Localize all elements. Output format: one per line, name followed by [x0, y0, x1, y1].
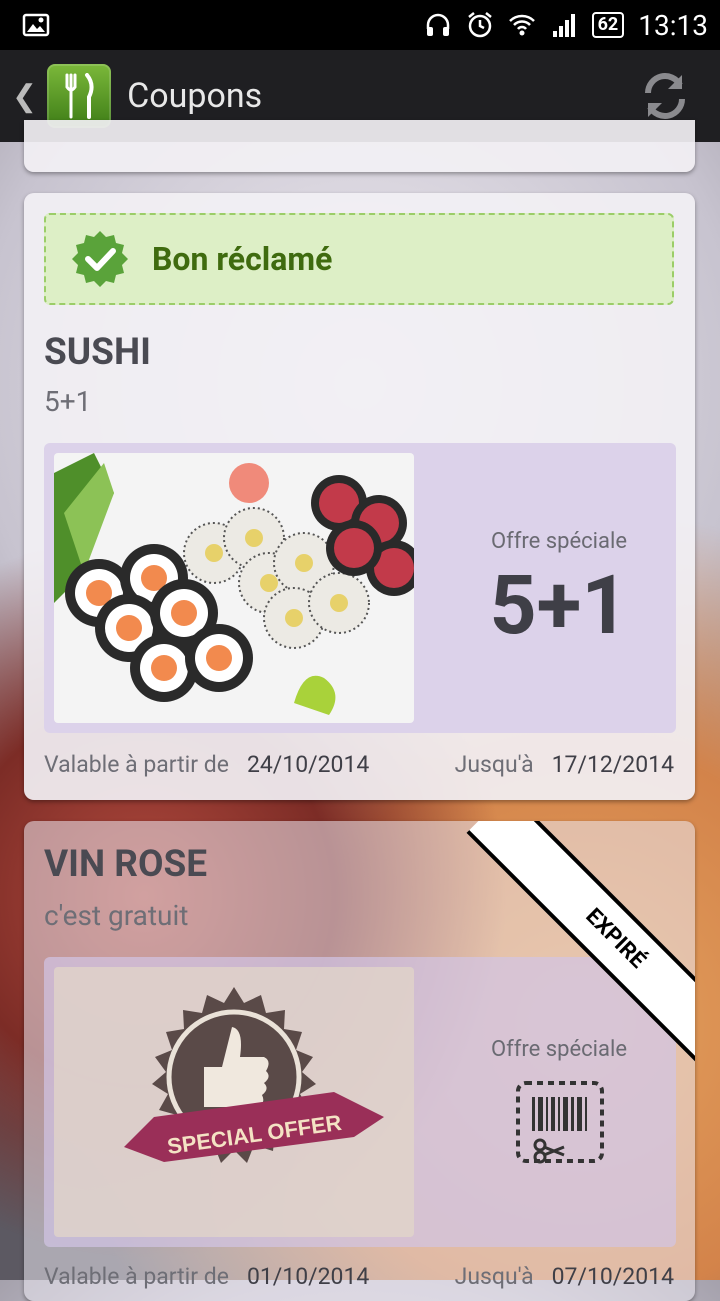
coupon-subtitle: 5+1	[44, 385, 92, 418]
status-icons: 62 13:13	[424, 9, 708, 42]
page-title: Coupons	[127, 76, 263, 116]
coupon-scissors-barcode-icon	[516, 1081, 604, 1164]
valid-until-date: 07/10/2014	[551, 1263, 674, 1290]
clock: 13:13	[638, 8, 708, 42]
offer-value: 5+1	[489, 558, 629, 654]
fork-knife-icon	[65, 73, 94, 119]
sushi-image	[54, 453, 414, 723]
coupon-card-vin-rose[interactable]: VIN ROSE c'est gratuit SPECIAL OFFER Off…	[24, 821, 695, 1301]
refresh-icon[interactable]	[638, 69, 692, 123]
validity-row: Valable à partir de 01/10/2014 Jusqu'à 0…	[44, 1263, 674, 1290]
valid-until-label: Jusqu'à	[454, 1263, 534, 1290]
offer-label: Offre spéciale	[490, 529, 628, 554]
battery-level: 62	[591, 12, 625, 38]
claimed-label: Bon réclamé	[152, 240, 333, 278]
status-bar: 62 13:13	[0, 0, 720, 50]
signal-icon	[552, 14, 575, 37]
back-chevron-icon[interactable]: ❮	[12, 79, 37, 114]
valid-from-date: 01/10/2014	[246, 1263, 370, 1290]
wifi-icon	[508, 14, 535, 36]
app-logo-icon[interactable]	[47, 64, 112, 128]
coupon-title: VIN ROSE	[44, 843, 208, 886]
valid-from-label: Valable à partir de	[44, 751, 229, 778]
claimed-banner: Bon réclamé	[44, 213, 674, 305]
valid-from-label: Valable à partir de	[44, 1263, 229, 1290]
expired-label: EXPIRÉ	[466, 821, 695, 1071]
alarm-icon	[467, 12, 492, 38]
expired-ribbon: EXPIRÉ	[445, 821, 695, 1071]
headphones-icon	[426, 13, 449, 36]
special-offer-image: SPECIAL OFFER	[54, 967, 414, 1237]
validity-row: Valable à partir de 24/10/2014 Jusqu'à 1…	[44, 751, 674, 778]
offer-box: Offre spéciale 5+1	[44, 443, 676, 733]
check-badge-icon	[72, 231, 128, 287]
valid-from-date: 24/10/2014	[246, 751, 370, 778]
valid-until-date: 17/12/2014	[551, 751, 674, 778]
coupon-subtitle: c'est gratuit	[44, 899, 189, 932]
coupon-card-sushi[interactable]: Bon réclamé SUSHI 5+1 Offre spéciale 5+1…	[24, 193, 695, 800]
coupon-title: SUSHI	[44, 331, 151, 374]
valid-until-label: Jusqu'à	[454, 751, 534, 778]
gallery-notification-icon	[22, 13, 50, 37]
previous-coupon-card[interactable]	[24, 120, 695, 172]
